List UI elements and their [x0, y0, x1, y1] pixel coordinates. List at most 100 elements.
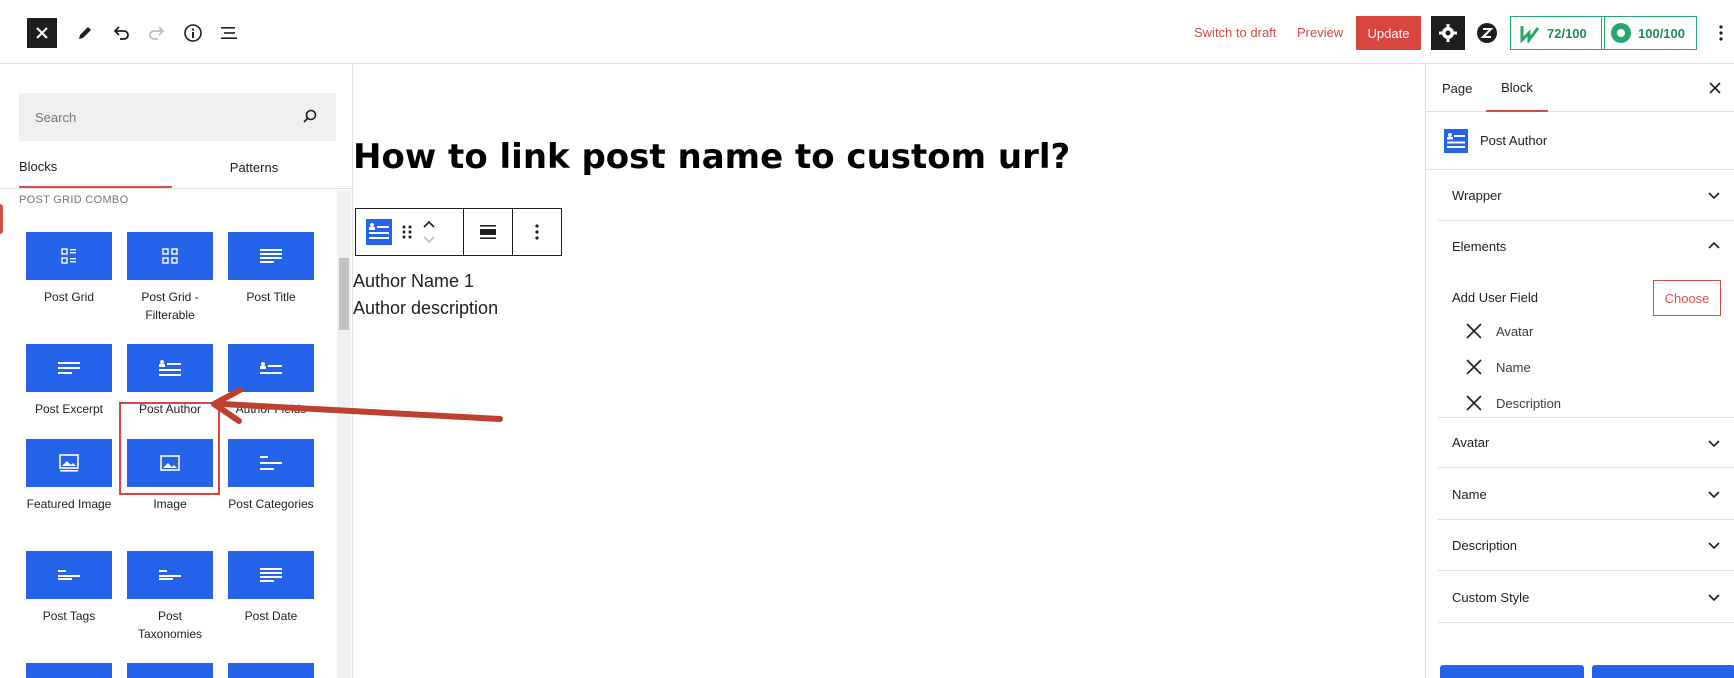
panel-title: Wrapper — [1452, 187, 1502, 203]
preview-link[interactable]: Preview — [1297, 25, 1343, 40]
block-partial[interactable] — [26, 663, 112, 678]
edit-tool-button[interactable] — [70, 18, 100, 48]
remove-icon[interactable] — [1466, 359, 1482, 375]
category-marker — [0, 204, 3, 234]
close-inserter-button[interactable] — [27, 18, 57, 48]
align-wide-icon — [479, 225, 496, 239]
search-icon[interactable] — [302, 108, 318, 124]
grid-icon — [162, 248, 178, 264]
tab-patterns[interactable]: Patterns — [172, 146, 336, 188]
block-author-fields[interactable]: Author Fields — [228, 344, 314, 418]
author-description[interactable]: Author description — [353, 298, 498, 319]
plugin-z-button[interactable] — [1474, 20, 1500, 46]
panel-title: Custom Style — [1452, 589, 1530, 605]
panel-elements[interactable]: Elements — [1438, 221, 1734, 272]
block-label: Image — [153, 497, 187, 511]
element-item: Avatar — [1466, 323, 1533, 339]
element-label: Description — [1496, 395, 1562, 411]
redo-button[interactable] — [142, 18, 172, 48]
panel-title: Description — [1452, 537, 1518, 553]
grid-icon — [61, 248, 76, 264]
block-partial[interactable] — [127, 663, 213, 678]
block-label: Post Title — [246, 290, 296, 304]
block-post-title[interactable]: Post Title — [228, 232, 314, 306]
author-icon — [159, 360, 181, 376]
more-vertical-icon — [535, 224, 539, 240]
drag-handle-icon[interactable] — [402, 224, 412, 240]
remove-icon[interactable] — [1466, 395, 1482, 411]
options-menu-button[interactable] — [1711, 18, 1731, 48]
list-view-button[interactable] — [214, 18, 244, 48]
pencil-icon — [79, 27, 91, 39]
gear-icon — [1439, 24, 1457, 42]
switch-to-draft-link[interactable]: Switch to draft — [1194, 25, 1276, 40]
lines-icon — [260, 249, 282, 263]
block-post-grid[interactable]: Post Grid — [26, 232, 112, 306]
inserter-scrollbar[interactable] — [337, 190, 351, 678]
block-label: Post Date — [244, 609, 298, 623]
block-post-date[interactable]: Post Date — [228, 551, 314, 625]
chevron-down-icon — [1708, 440, 1720, 448]
settings-button[interactable] — [1431, 16, 1465, 50]
move-up-down-icon[interactable] — [422, 218, 436, 246]
chevron-down-icon — [1708, 491, 1720, 499]
panel-avatar[interactable]: Avatar — [1438, 417, 1734, 468]
sidebar-action-button[interactable] — [1440, 665, 1584, 678]
block-post-categories[interactable]: Post Categories — [228, 439, 314, 513]
element-item: Name — [1466, 359, 1531, 375]
undo-button[interactable] — [106, 18, 136, 48]
post-title[interactable]: How to link post name to custom url? — [353, 137, 1070, 177]
chevron-down-icon — [1708, 594, 1720, 602]
seo-score-icon — [1520, 26, 1540, 43]
tab-blocks[interactable]: Blocks — [19, 146, 172, 188]
short-lines-icon — [159, 570, 181, 580]
panel-wrapper[interactable]: Wrapper — [1438, 170, 1734, 221]
sidebar-action-button[interactable] — [1592, 665, 1734, 678]
close-icon — [36, 27, 48, 39]
element-label: Name — [1496, 359, 1531, 375]
block-label: Post Taxonomies — [137, 609, 203, 641]
update-button[interactable]: Update — [1356, 16, 1421, 50]
block-post-taxonomies[interactable]: Post Taxonomies — [127, 551, 213, 643]
block-post-grid-filterable[interactable]: Post Grid - Filterable — [127, 232, 213, 324]
seo-score-value: 72/100 — [1547, 25, 1587, 41]
undo-icon — [113, 26, 129, 40]
panel-description[interactable]: Description — [1438, 520, 1734, 571]
panel-name[interactable]: Name — [1438, 469, 1734, 520]
chevron-up-icon — [1708, 241, 1720, 249]
block-post-excerpt[interactable]: Post Excerpt — [26, 344, 112, 418]
settings-sidebar: Page Block Post Author Wrapper Elements … — [1425, 64, 1734, 678]
scrollbar-thumb[interactable] — [339, 258, 349, 330]
panel-custom-style[interactable]: Custom Style — [1438, 572, 1734, 623]
z-logo-icon — [1477, 23, 1497, 43]
chevron-down-icon — [1708, 542, 1720, 550]
block-search-input[interactable] — [35, 109, 295, 125]
panel-title: Name — [1452, 486, 1487, 502]
readability-score-button[interactable]: 100/100 — [1601, 16, 1697, 50]
block-search — [19, 93, 336, 141]
readability-score-icon — [1611, 23, 1631, 43]
align-button[interactable] — [464, 209, 514, 255]
block-partial[interactable] — [228, 663, 314, 678]
tabs-divider — [0, 188, 352, 189]
close-sidebar-button[interactable] — [1705, 78, 1725, 98]
details-button[interactable] — [178, 18, 208, 48]
tab-block[interactable]: Block — [1486, 64, 1548, 112]
block-featured-image[interactable]: Featured Image — [26, 439, 112, 513]
post-author-block-icon — [1444, 128, 1468, 153]
author-name[interactable]: Author Name 1 — [353, 271, 474, 292]
block-label: Featured Image — [26, 497, 112, 511]
tab-page[interactable]: Page — [1442, 64, 1472, 112]
readability-score-value: 100/100 — [1638, 25, 1685, 41]
panel-title: Avatar — [1452, 435, 1490, 450]
block-card: Post Author — [1426, 112, 1734, 170]
lines-icon — [58, 362, 80, 374]
editor-canvas: How to link post name to custom url? Aut… — [353, 64, 1425, 678]
block-post-tags[interactable]: Post Tags — [26, 551, 112, 625]
seo-score-button[interactable]: 72/100 — [1510, 16, 1605, 50]
post-author-block-icon[interactable] — [366, 219, 392, 245]
choose-button[interactable]: Choose — [1653, 280, 1721, 316]
remove-icon[interactable] — [1466, 323, 1482, 339]
block-options-button[interactable] — [513, 209, 561, 255]
block-label: Post Excerpt — [34, 402, 104, 416]
